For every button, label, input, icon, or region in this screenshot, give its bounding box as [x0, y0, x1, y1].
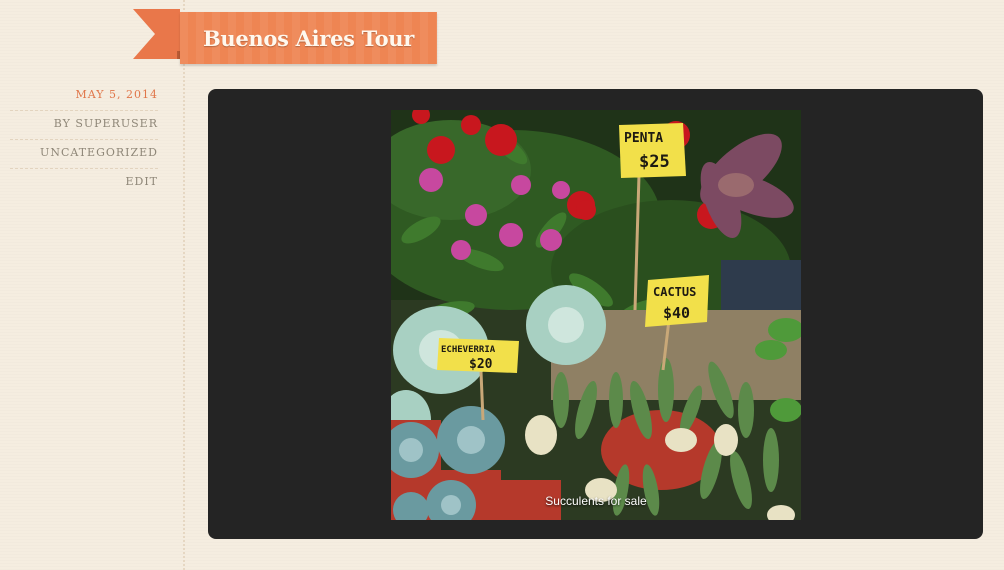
- post-edit-link[interactable]: EDIT: [125, 175, 158, 188]
- svg-text:$25: $25: [639, 152, 670, 172]
- svg-text:$20: $20: [469, 357, 493, 372]
- title-ribbon: Buenos Aires Tour: [180, 12, 437, 64]
- post-title[interactable]: Buenos Aires Tour: [203, 26, 414, 51]
- post-category[interactable]: UNCATEGORIZED: [10, 146, 158, 169]
- post-author-link[interactable]: BY SUPERUSER: [54, 117, 158, 130]
- ribbon-tail: [133, 9, 180, 59]
- svg-text:CACTUS: CACTUS: [653, 285, 696, 299]
- post-date[interactable]: MAY 5, 2014: [10, 88, 158, 111]
- post-author[interactable]: BY SUPERUSER: [10, 117, 158, 140]
- post-meta: MAY 5, 2014 BY SUPERUSER UNCATEGORIZED E…: [10, 88, 158, 203]
- gallery-photo[interactable]: PENTA $25 CACTUS $40 ECHEVERRIA $20 Succ…: [391, 110, 801, 520]
- gallery-panel: PENTA $25 CACTUS $40 ECHEVERRIA $20 Succ…: [208, 89, 983, 539]
- svg-text:$40: $40: [663, 304, 690, 322]
- post-category-link[interactable]: UNCATEGORIZED: [40, 146, 158, 159]
- succulents-photo: PENTA $25 CACTUS $40 ECHEVERRIA $20: [391, 110, 801, 520]
- sidebar-divider: [183, 0, 185, 570]
- photo-caption: Succulents for sale: [545, 494, 647, 508]
- post-edit[interactable]: EDIT: [10, 175, 158, 197]
- svg-text:PENTA: PENTA: [624, 131, 663, 146]
- svg-text:ECHEVERRIA: ECHEVERRIA: [441, 345, 496, 355]
- post-date-link[interactable]: MAY 5, 2014: [75, 88, 158, 101]
